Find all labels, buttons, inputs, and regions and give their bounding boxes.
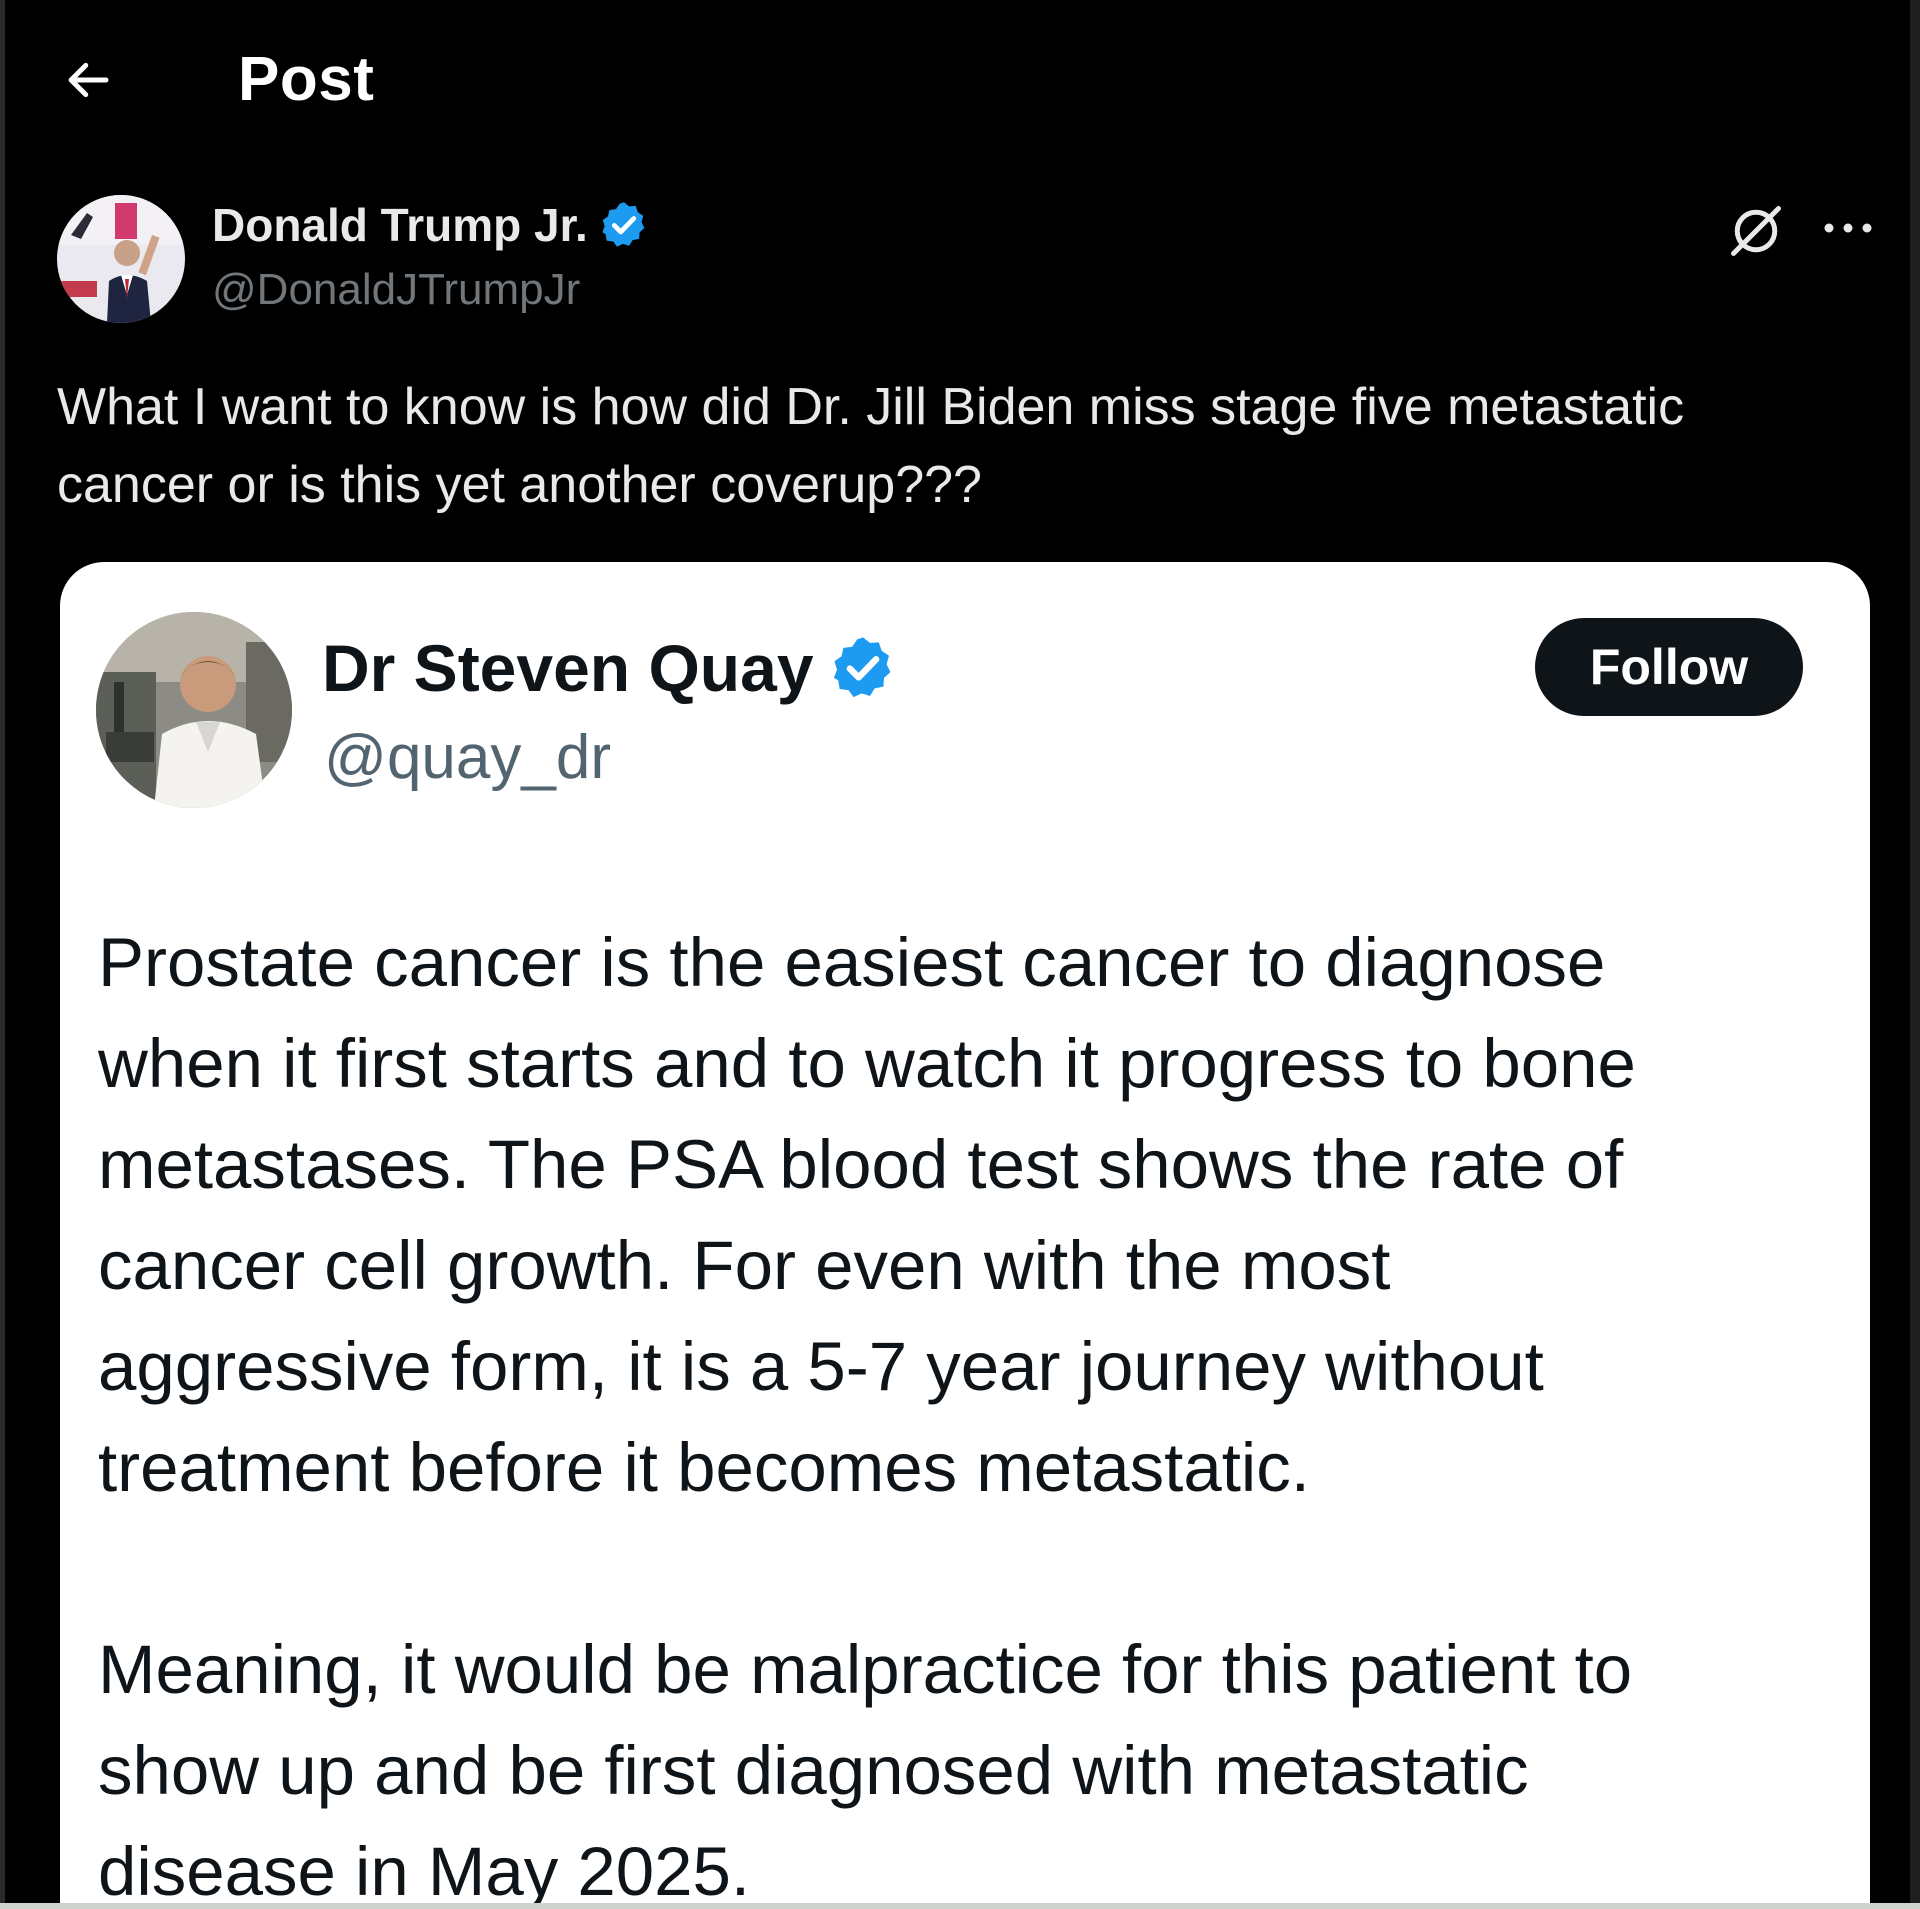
more-horizontal-icon [1824, 223, 1872, 233]
embedded-post-text: Prostate cancer is the easiest cancer to… [98, 912, 1838, 1909]
embedded-author-handle[interactable]: @quay_dr [324, 722, 611, 793]
back-button[interactable] [56, 48, 120, 112]
window-edge-left [0, 0, 5, 1909]
window-edge-right [1910, 0, 1920, 1909]
arrow-left-icon [68, 62, 109, 98]
page-title: Post [238, 45, 375, 114]
author-name-row: Donald Trump Jr. [212, 198, 650, 252]
embedded-author-avatar[interactable] [96, 612, 292, 808]
embedded-avatar-image [96, 612, 292, 808]
verified-badge-icon [598, 199, 650, 251]
author-handle[interactable]: @DonaldJTrumpJr [212, 265, 580, 315]
author-name[interactable]: Donald Trump Jr. [212, 198, 588, 252]
verified-badge-icon [828, 633, 898, 703]
embedded-post-image[interactable]: Dr Steven Quay @quay_dr Follow Prostate … [60, 562, 1870, 1909]
more-options-button[interactable] [1812, 200, 1884, 256]
embedded-paragraph-1: Prostate cancer is the easiest cancer to… [98, 924, 1636, 1506]
follow-button[interactable]: Follow [1535, 618, 1803, 716]
window-edge-bottom [0, 1903, 1920, 1909]
author-avatar[interactable] [57, 195, 185, 323]
embedded-author-name-row: Dr Steven Quay [322, 630, 898, 706]
post-page: Post Donald Trump Jr. @DonaldJTrumpJr Wh… [0, 0, 1920, 1909]
post-text: What I want to know is how did Dr. Jill … [57, 378, 1685, 514]
grok-icon [1731, 206, 1781, 256]
embedded-paragraph-2: Meaning, it would be malpractice for thi… [98, 1631, 1633, 1909]
grok-button[interactable] [1720, 195, 1792, 267]
embedded-author-name[interactable]: Dr Steven Quay [322, 630, 814, 706]
author-avatar-image [57, 195, 185, 323]
top-bar: Post [0, 0, 1920, 160]
